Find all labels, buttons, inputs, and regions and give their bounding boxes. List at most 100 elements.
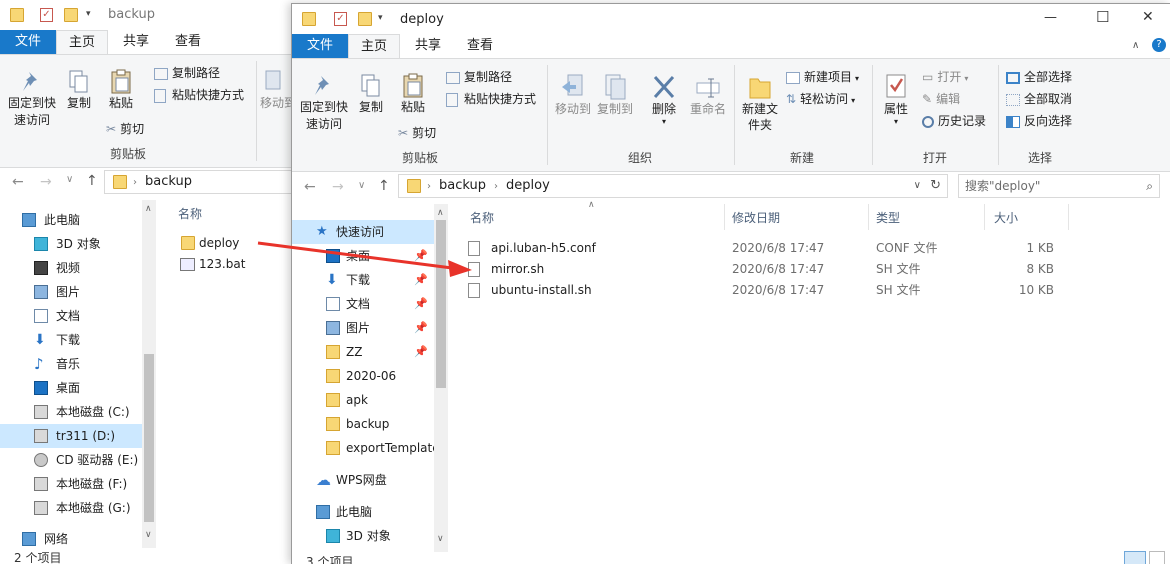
scroll-down-icon[interactable]: ∨: [145, 530, 152, 540]
scroll-up-icon[interactable]: ∧: [437, 208, 444, 218]
column-divider[interactable]: [984, 204, 985, 230]
nav-item[interactable]: ⬇ 下载: [0, 328, 142, 352]
recent-locations-dropdown[interactable]: ∨: [358, 180, 365, 191]
new-folder-quick-icon[interactable]: [358, 12, 372, 26]
copy-path-button[interactable]: 复制路径: [154, 65, 220, 81]
nav-item[interactable]: 桌面: [0, 376, 142, 400]
invert-selection-button[interactable]: 反向选择: [1006, 113, 1072, 129]
scroll-up-icon[interactable]: ∧: [145, 204, 152, 214]
nav-item[interactable]: 本地磁盘 (C:): [0, 400, 142, 424]
tab-share[interactable]: 共享: [110, 30, 162, 54]
pin-quick-access-button[interactable]: 固定到快速访问: [4, 69, 60, 129]
front-nav-scrollbar[interactable]: ∧ ∨: [434, 204, 448, 552]
new-folder-button[interactable]: 新建文件夹: [738, 73, 782, 133]
refresh-icon[interactable]: ↻: [930, 175, 941, 197]
details-view-icon[interactable]: [1124, 551, 1146, 564]
nav-item[interactable]: tr311 (D:): [0, 424, 142, 448]
cut-button[interactable]: ✂ 剪切: [106, 121, 144, 137]
open-dropdown-icon[interactable]: ▾: [964, 74, 968, 83]
collapse-ribbon-icon[interactable]: ∧: [1132, 40, 1139, 51]
pin-icon[interactable]: 📌: [414, 340, 428, 364]
nav-item[interactable]: 3D 对象: [0, 232, 142, 256]
nav-item[interactable]: 此电脑: [0, 208, 142, 232]
list-item[interactable]: 123.bat: [176, 254, 286, 275]
list-item[interactable]: deploy: [176, 233, 286, 254]
nav-item[interactable]: 桌面 📌: [292, 244, 434, 268]
copy-to-button[interactable]: 复制到: [594, 73, 636, 118]
column-divider[interactable]: [868, 204, 869, 230]
tab-view[interactable]: 查看: [454, 34, 506, 58]
tab-file[interactable]: 文件: [0, 30, 56, 54]
address-bar[interactable]: › backup: [104, 170, 300, 194]
table-row[interactable]: api.luban-h5.conf 2020/6/8 17:47 CONF 文件 1 …: [464, 238, 1064, 259]
properties-quick-icon[interactable]: ✓: [40, 8, 53, 22]
recent-locations-dropdown[interactable]: ∨: [66, 174, 73, 185]
column-header-size[interactable]: 大小: [994, 206, 1018, 230]
pin-quick-access-button[interactable]: 固定到快速访问: [296, 73, 352, 133]
table-row[interactable]: mirror.sh 2020/6/8 17:47 SH 文件 8 KB: [464, 259, 1064, 280]
search-input[interactable]: 搜索"deploy" ⌕: [958, 174, 1160, 198]
paste-shortcut-button[interactable]: 粘贴快捷方式: [446, 91, 536, 107]
nav-item[interactable]: 图片: [0, 280, 142, 304]
address-dropdown-icon[interactable]: ∨: [914, 175, 921, 197]
address-bar[interactable]: › backup › deploy ∨ ↻: [398, 174, 948, 198]
back-nav-scrollbar[interactable]: ∧ ∨: [142, 200, 156, 548]
nav-item[interactable]: 文档: [0, 304, 142, 328]
pin-icon[interactable]: 📌: [414, 316, 428, 340]
nav-item[interactable]: 图片 📌: [292, 316, 434, 340]
paste-button[interactable]: 粘贴: [396, 73, 430, 116]
nav-item[interactable]: ⬇ 下载 📌: [292, 268, 434, 292]
select-all-button[interactable]: 全部选择: [1006, 69, 1072, 85]
copy-button[interactable]: 复制: [354, 73, 388, 116]
column-header-name[interactable]: 名称: [470, 206, 494, 230]
copy-path-button[interactable]: 复制路径: [446, 69, 512, 85]
column-header-modified[interactable]: 修改日期: [732, 206, 780, 230]
table-row[interactable]: ubuntu-install.sh 2020/6/8 17:47 SH 文件 10 K…: [464, 280, 1064, 301]
column-header-name[interactable]: 名称: [178, 202, 202, 226]
new-folder-quick-icon[interactable]: [64, 8, 78, 22]
delete-button[interactable]: 删除 ▾: [644, 73, 684, 126]
nav-item[interactable]: ☁ WPS网盘: [292, 468, 434, 492]
large-icons-view-icon[interactable]: [1149, 551, 1165, 564]
pin-icon[interactable]: 📌: [414, 292, 428, 316]
pin-icon[interactable]: 📌: [414, 268, 428, 292]
select-none-button[interactable]: 全部取消: [1006, 91, 1072, 107]
history-button[interactable]: 历史记录: [922, 113, 986, 129]
rename-button[interactable]: 重命名: [686, 73, 730, 118]
paste-button[interactable]: 粘贴: [104, 69, 138, 112]
properties-quick-icon[interactable]: ✓: [334, 12, 347, 26]
nav-item[interactable]: apk: [292, 388, 434, 412]
nav-item[interactable]: exportTemplate: [292, 436, 440, 460]
easy-access-button[interactable]: ⇅ 轻松访问 ▾: [786, 91, 855, 109]
move-to-button[interactable]: 移动到: [552, 73, 594, 118]
breadcrumb-deploy[interactable]: deploy: [506, 178, 550, 193]
nav-item[interactable]: 3D 对象: [292, 524, 434, 548]
nav-item[interactable]: 视频: [0, 256, 142, 280]
tab-file[interactable]: 文件: [292, 34, 348, 58]
maximize-button[interactable]: ☐: [1096, 8, 1109, 26]
help-icon[interactable]: ?: [1152, 38, 1166, 52]
easy-access-dropdown-icon[interactable]: ▾: [851, 96, 855, 105]
forward-nav-button[interactable]: →: [40, 174, 52, 190]
close-button[interactable]: ✕: [1142, 9, 1154, 25]
breadcrumb-backup[interactable]: backup: [145, 174, 192, 189]
copy-button[interactable]: 复制: [62, 69, 96, 112]
cut-button[interactable]: ✂ 剪切: [398, 125, 436, 141]
nav-item[interactable]: ♪ 音乐: [0, 352, 142, 376]
nav-item[interactable]: 网络: [0, 527, 142, 551]
column-divider[interactable]: [724, 204, 725, 230]
nav-item[interactable]: 此电脑: [292, 500, 434, 524]
column-header-type[interactable]: 类型: [876, 206, 900, 230]
forward-nav-button[interactable]: →: [332, 179, 344, 195]
tab-share[interactable]: 共享: [402, 34, 454, 58]
up-level-button[interactable]: ↑: [86, 173, 98, 189]
quick-access-dropdown-icon[interactable]: ▾: [86, 9, 91, 19]
quick-access-dropdown-icon[interactable]: ▾: [378, 13, 383, 23]
nav-item[interactable]: 2020-06: [292, 364, 434, 388]
tab-home[interactable]: 主页: [56, 30, 108, 54]
pin-icon[interactable]: 📌: [414, 244, 428, 268]
nav-item[interactable]: 文档 📌: [292, 292, 434, 316]
back-nav-button[interactable]: ←: [304, 179, 316, 195]
open-button[interactable]: ▭ 打开 ▾: [922, 69, 968, 87]
column-divider[interactable]: [1068, 204, 1069, 230]
